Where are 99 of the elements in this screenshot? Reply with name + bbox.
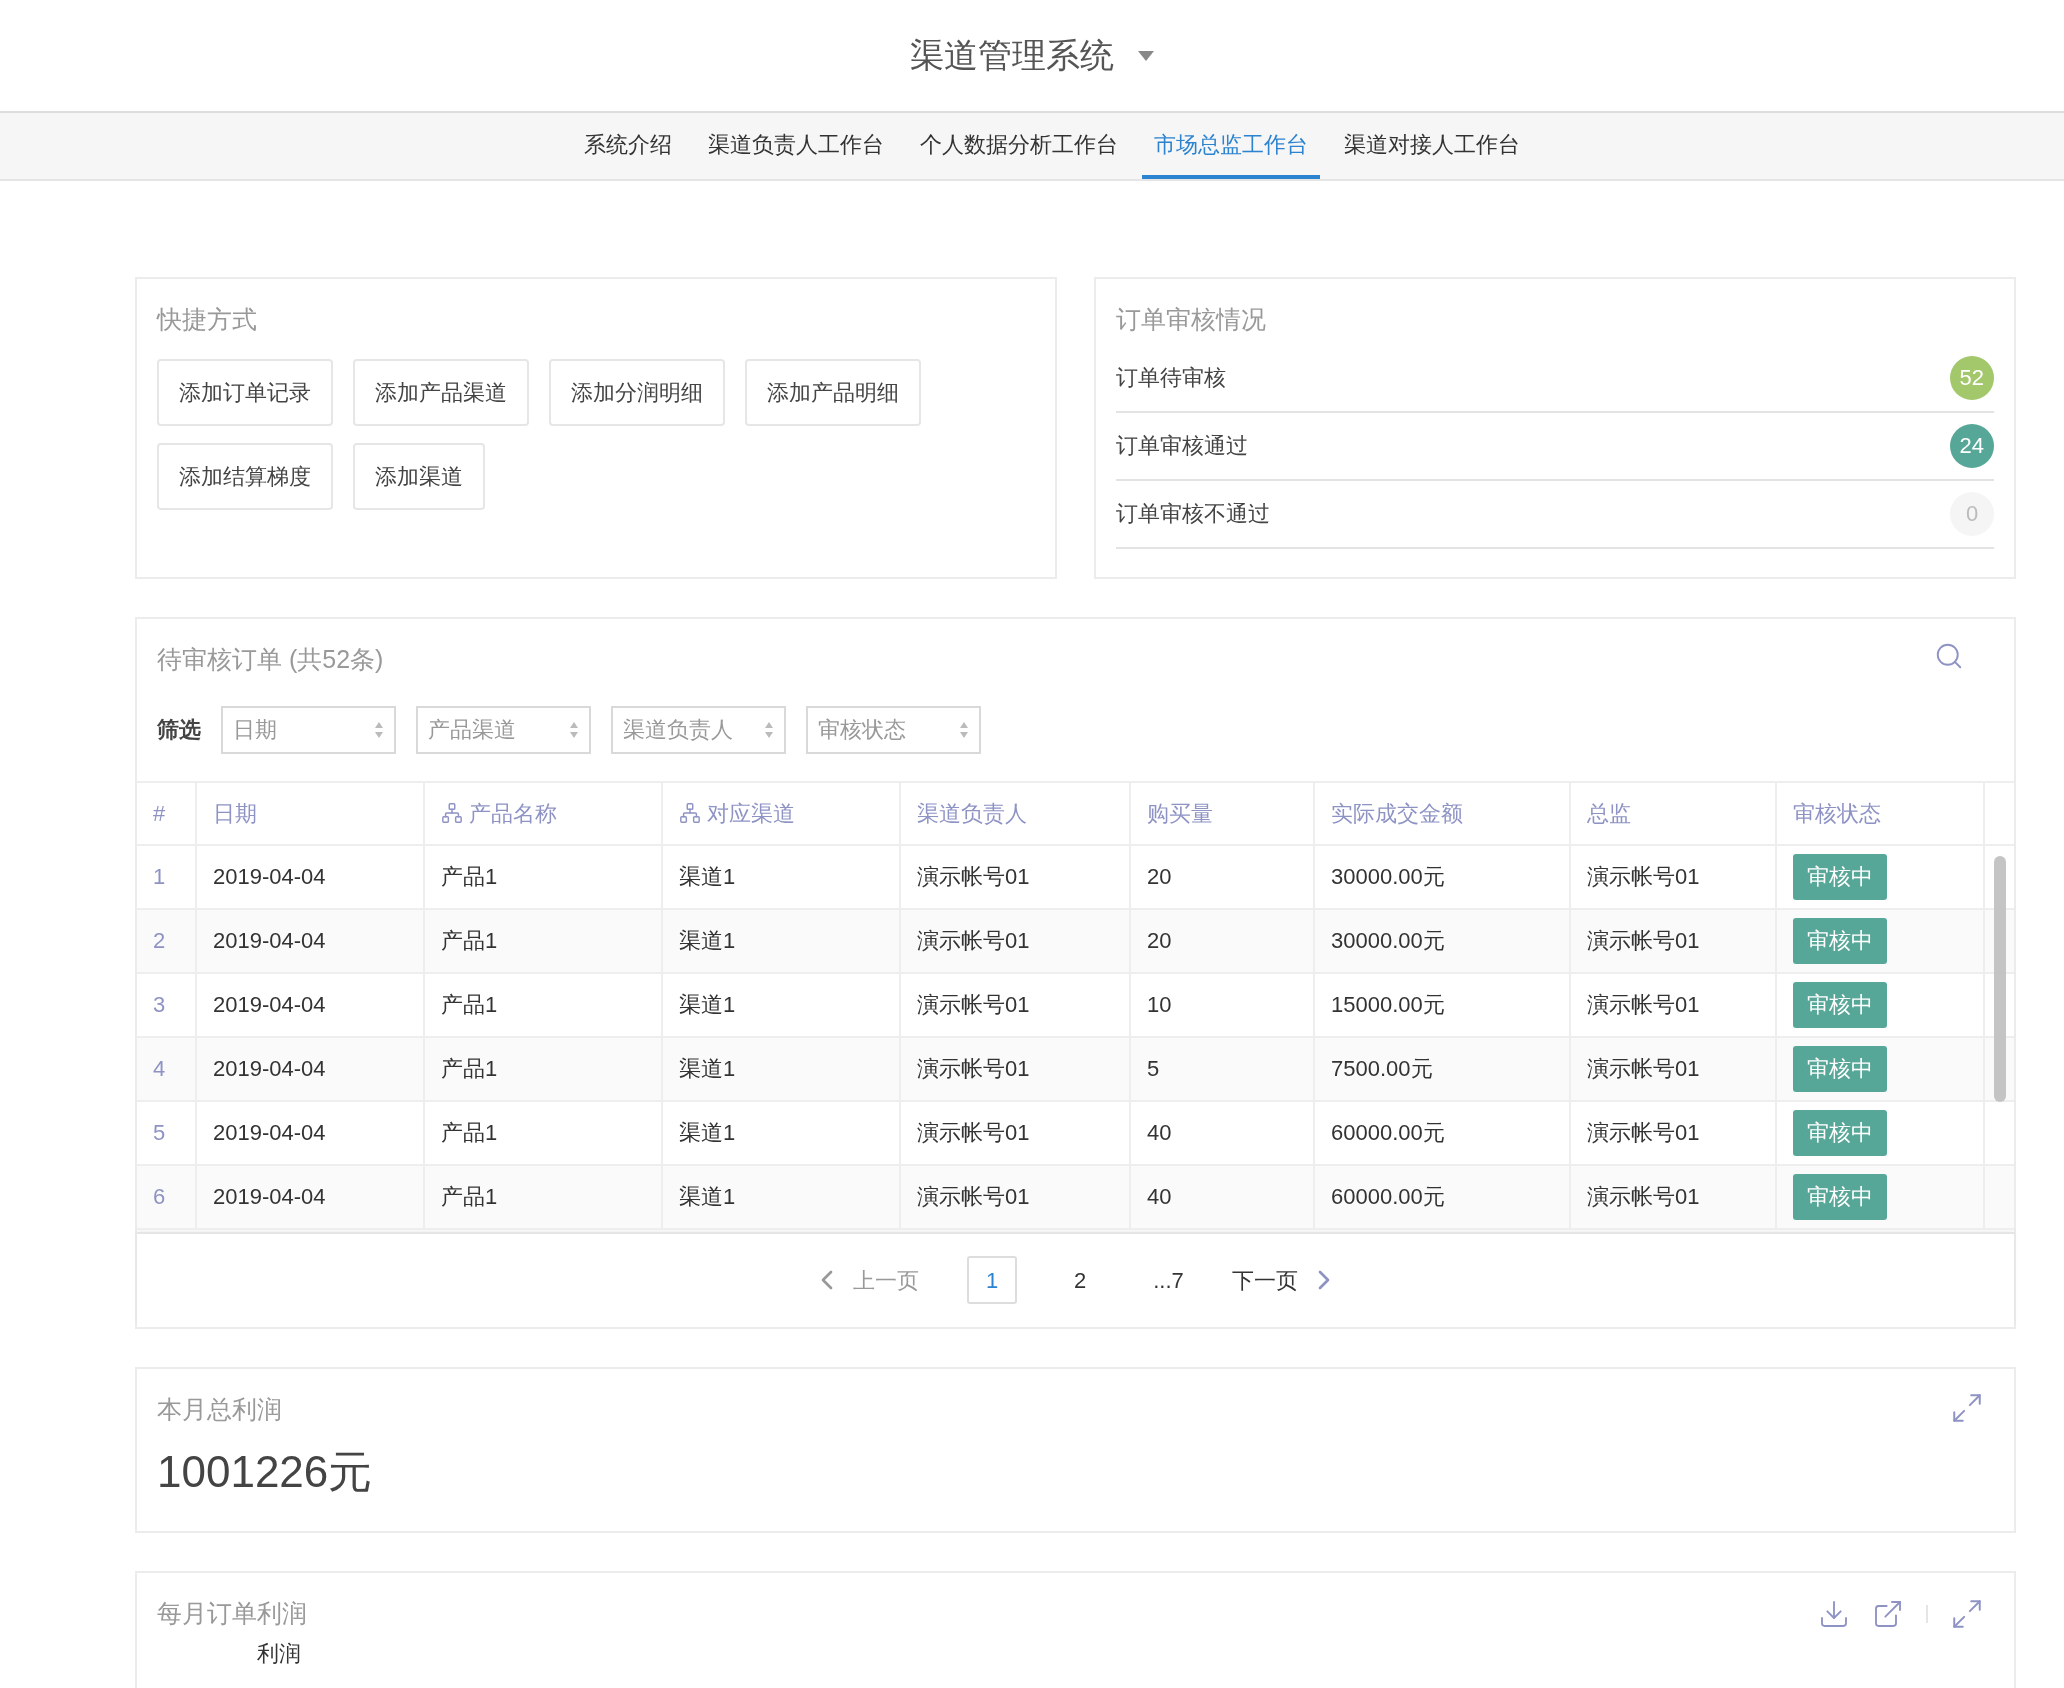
status-tag: 审核中 xyxy=(1793,981,1887,1028)
shortcut-button[interactable]: 添加产品明细 xyxy=(745,358,921,426)
axis-label: 利润 xyxy=(257,1640,301,1666)
page-button[interactable]: ...7 xyxy=(1143,1256,1194,1305)
status-label: 订单待审核 xyxy=(1116,364,1226,392)
table-cell-text: 60000.00元 xyxy=(1331,1119,1445,1147)
column-header: 对应渠道 xyxy=(707,799,795,828)
table-cell-text: 演示帐号01 xyxy=(1587,1183,1700,1211)
table-cell-text: 演示帐号01 xyxy=(917,1183,1030,1211)
card-title: 每月订单利润 xyxy=(157,1598,307,1629)
table-cell-text: 产品1 xyxy=(441,991,498,1019)
column-header: # xyxy=(153,799,166,828)
nav-tab[interactable]: 个人数据分析工作台 xyxy=(908,113,1130,179)
table-cell-text: 6 xyxy=(153,1183,166,1211)
page-button[interactable]: 2 xyxy=(1055,1256,1106,1305)
table-cell-text: 演示帐号01 xyxy=(917,991,1030,1019)
column-header: 日期 xyxy=(213,799,257,828)
count-badge: 24 xyxy=(1949,423,1994,468)
shortcut-button[interactable]: 添加产品渠道 xyxy=(353,358,529,426)
column-header: 实际成交金额 xyxy=(1331,799,1463,828)
column-header: 审核状态 xyxy=(1793,799,1881,828)
table-cell-text: 渠道1 xyxy=(679,927,736,955)
shortcut-button[interactable]: 添加订单记录 xyxy=(157,358,333,426)
table-cell-text: 5 xyxy=(153,1119,166,1147)
nav-tab[interactable]: 渠道对接人工作台 xyxy=(1332,113,1532,179)
status-tag: 审核中 xyxy=(1793,1045,1887,1092)
table-cell-text: 产品1 xyxy=(441,1055,498,1083)
shortcut-button[interactable]: 添加分润明细 xyxy=(549,358,725,426)
table-cell-text: 3 xyxy=(153,991,166,1019)
count-badge: 0 xyxy=(1950,491,1994,536)
app-title: 渠道管理系统 xyxy=(910,35,1114,76)
table-cell-text: 产品1 xyxy=(441,927,498,955)
table-cell-text: 7500.00元 xyxy=(1331,1055,1433,1083)
status-tag: 审核中 xyxy=(1793,1173,1887,1220)
card-title: 本月总利润 xyxy=(157,1394,282,1425)
table-cell-text: 产品1 xyxy=(441,863,498,891)
table-cell-text: 30000.00元 xyxy=(1331,927,1445,955)
caret-down-icon[interactable] xyxy=(1138,50,1154,61)
table-cell-text: 1 xyxy=(153,863,166,891)
nav-tab[interactable]: 市场总监工作台 xyxy=(1142,113,1320,179)
hierarchy-icon xyxy=(441,802,463,824)
scrollbar-thumb[interactable] xyxy=(1994,855,2006,1102)
status-tag: 审核中 xyxy=(1793,853,1887,900)
table-cell-text: 演示帐号01 xyxy=(917,863,1030,891)
table-cell-text: 演示帐号01 xyxy=(1587,863,1700,891)
hierarchy-icon xyxy=(679,802,701,824)
table-cell-text: 演示帐号01 xyxy=(1587,1119,1700,1147)
table-cell-text: 2 xyxy=(153,927,166,955)
column-header: 购买量 xyxy=(1147,799,1213,828)
table-cell-text: 演示帐号01 xyxy=(917,1055,1030,1083)
table-cell-text: 2019-04-04 xyxy=(213,1055,326,1083)
nav-tab[interactable]: 渠道负责人工作台 xyxy=(696,113,896,179)
table-cell-text: 40 xyxy=(1147,1119,1172,1147)
status-tag: 审核中 xyxy=(1793,917,1887,964)
table-cell-text: 30000.00元 xyxy=(1331,863,1445,891)
next-page-button[interactable]: 下一页 xyxy=(1231,1263,1340,1297)
table-cell-text: 渠道1 xyxy=(679,1055,736,1083)
status-label: 订单审核不通过 xyxy=(1116,500,1270,528)
card-title: 快捷方式 xyxy=(157,304,258,335)
table-cell-text: 产品1 xyxy=(441,1119,498,1147)
expand-icon[interactable] xyxy=(1950,1391,1984,1425)
profit-value: 1001226元 xyxy=(157,1445,374,1498)
column-header: 总监 xyxy=(1587,799,1631,828)
shortcut-button[interactable]: 添加渠道 xyxy=(353,442,485,510)
table-cell-text: 10 xyxy=(1147,991,1172,1019)
table-cell-text: 产品1 xyxy=(441,1183,498,1211)
column-header: 产品名称 xyxy=(469,799,557,828)
nav-tab[interactable]: 系统介绍 xyxy=(572,113,684,179)
table-cell-text: 15000.00元 xyxy=(1331,991,1445,1019)
status-label: 订单审核通过 xyxy=(1116,432,1248,460)
table-cell-text: 20 xyxy=(1147,927,1172,955)
card-title: 待审核订单 (共52条) xyxy=(157,644,384,675)
table-cell-text: 演示帐号01 xyxy=(1587,927,1700,955)
table-cell-text: 渠道1 xyxy=(679,991,736,1019)
filter-label: 筛选 xyxy=(157,716,201,744)
table-cell-text: 渠道1 xyxy=(679,1183,736,1211)
table-cell-text: 演示帐号01 xyxy=(1587,1055,1700,1083)
table-cell-text: 40 xyxy=(1147,1183,1172,1211)
status-tag: 审核中 xyxy=(1793,1109,1887,1156)
table-cell-text: 渠道1 xyxy=(679,863,736,891)
table-cell-text: 2019-04-04 xyxy=(213,1183,326,1211)
table-cell-text: 2019-04-04 xyxy=(213,927,326,955)
table-cell-text: 演示帐号01 xyxy=(917,927,1030,955)
card-title: 订单审核情况 xyxy=(1116,304,1267,335)
table-cell-text: 渠道1 xyxy=(679,1119,736,1147)
table-cell-text: 2019-04-04 xyxy=(213,863,326,891)
table-cell-text: 20 xyxy=(1147,863,1172,891)
table-cell-text: 2019-04-04 xyxy=(213,991,326,1019)
count-badge: 52 xyxy=(1949,355,1994,400)
shortcut-button[interactable]: 添加结算梯度 xyxy=(157,442,333,510)
table-cell-text: 5 xyxy=(1147,1055,1160,1083)
table-cell-text: 4 xyxy=(153,1055,166,1083)
table-cell-text: 2019-04-04 xyxy=(213,1119,326,1147)
table-cell-text: 演示帐号01 xyxy=(917,1119,1030,1147)
table-cell-text: 演示帐号01 xyxy=(1587,991,1700,1019)
column-header: 渠道负责人 xyxy=(917,799,1027,828)
page-button[interactable]: 1 xyxy=(967,1256,1018,1305)
search-icon[interactable] xyxy=(1934,641,1964,671)
table-cell-text: 60000.00元 xyxy=(1331,1183,1445,1211)
